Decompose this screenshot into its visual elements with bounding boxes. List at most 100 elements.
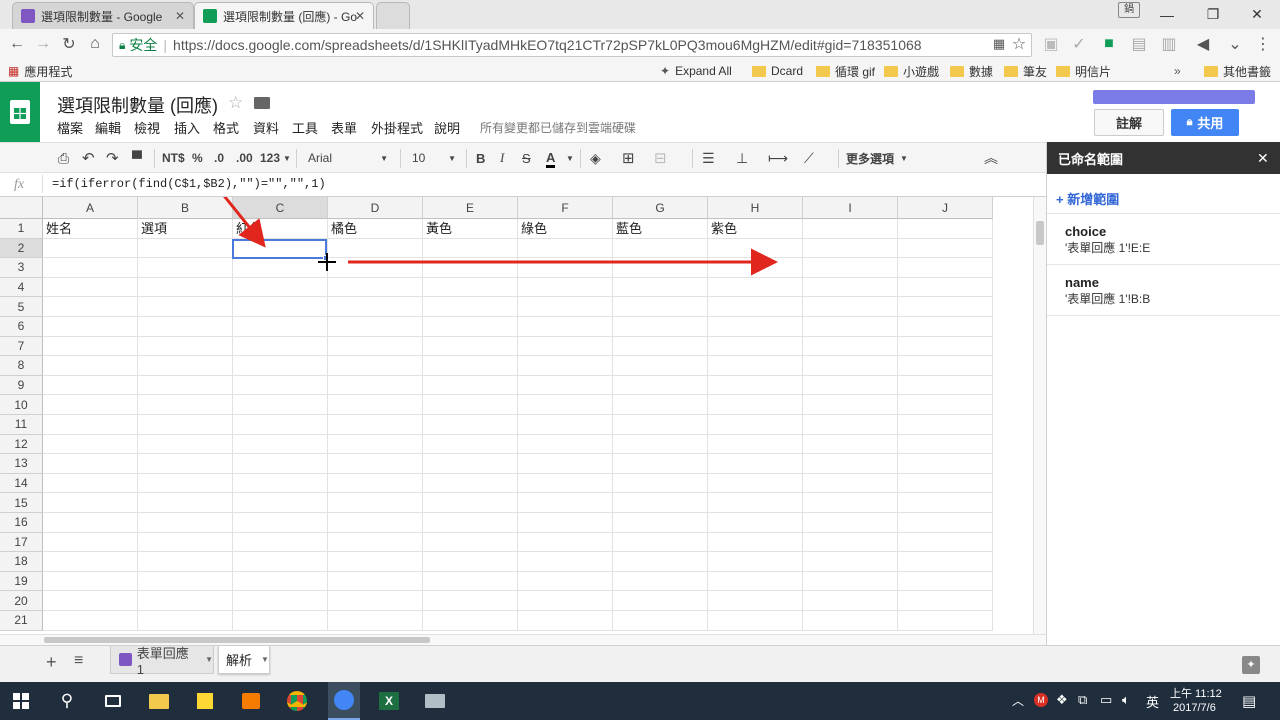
sheet-tab-analysis[interactable]: 解析 ▼ [218,646,270,674]
minimize-icon[interactable]: — [1144,0,1190,29]
borders-icon[interactable]: ⊞ [622,149,635,167]
add-sheet-icon[interactable]: + [46,652,57,673]
menu-edit[interactable]: 編輯 [95,118,121,137]
sheets-logo-icon[interactable] [0,82,40,142]
menu-insert[interactable]: 插入 [174,118,200,137]
app-icon[interactable] [422,688,448,714]
file-explorer-icon[interactable] [146,688,172,714]
document-title[interactable]: 選項限制數量 (回應) [57,92,218,118]
dropbox-icon[interactable]: ❖ [1056,692,1068,708]
add-range-link[interactable]: + 新增範圍 [1056,189,1119,208]
battery-icon[interactable]: ▭ [1100,692,1112,708]
fill-color-icon[interactable]: ◈ [590,149,601,167]
star-icon[interactable]: ☆ [228,93,243,113]
bookmark-folder[interactable]: 小遊戲 [884,63,939,79]
bookmark-folder[interactable]: 其他書籤 [1204,63,1271,79]
redo-icon[interactable]: ↷ [106,149,119,167]
menu-help[interactable]: 說明 [434,118,460,137]
merge-cells-icon[interactable]: ⊟ [654,149,667,167]
currency-button[interactable]: NT$ [162,149,185,167]
bookmark-expand-all[interactable]: ✦ Expand All [660,63,732,79]
increase-decimal-button[interactable]: .00 [236,149,253,167]
menu-tools[interactable]: 工具 [292,118,318,137]
media-player-icon[interactable] [238,688,264,714]
close-tab-icon[interactable]: ✕ [355,9,365,23]
scroll-thumb[interactable] [44,637,430,643]
menu-file[interactable]: 檔案 [57,118,83,137]
menu-view[interactable]: 檢視 [134,118,160,137]
folder-icon[interactable] [254,97,270,109]
reload-icon[interactable]: ↻ [58,33,80,55]
text-rotate-icon[interactable]: ⟋ [804,149,814,167]
task-view-icon[interactable] [100,688,126,714]
bookmark-apps[interactable]: ▦ 應用程式 [8,63,72,79]
extension-icon[interactable]: ▥ [1158,33,1180,55]
speaker-icon[interactable]: ◀ [1192,33,1214,55]
decrease-decimal-button[interactable]: .0 [214,149,224,167]
bold-button[interactable]: B [476,149,485,167]
vertical-align-icon[interactable]: ⊥ [736,149,748,167]
clock-date[interactable]: 2017/7/6 [1173,702,1216,714]
restore-icon[interactable]: ❐ [1190,0,1236,29]
extension-icon[interactable]: ▣ [1040,33,1062,55]
extension-icon[interactable]: ▤ [1128,33,1150,55]
ime-indicator[interactable]: 英 [1146,692,1159,711]
menu-icon[interactable]: ⋮ [1252,33,1274,55]
clock-time[interactable]: 上午 11:12 [1170,685,1222,701]
more-options-button[interactable]: 更多選項 ▼ [846,149,908,167]
percent-button[interactable]: % [192,149,203,167]
chevron-up-icon[interactable]: ︿ [1012,692,1024,709]
bookmark-folder[interactable]: 循環 gif [816,63,875,79]
qr-icon[interactable]: ▦ [988,33,1010,55]
sheet-tab-responses[interactable]: 表單回應 1 ▼ [110,646,214,677]
bookmark-folder[interactable]: 筆友 [1004,63,1047,79]
chrome-icon[interactable] [284,688,310,714]
extension-icon[interactable]: ■ [1098,33,1120,55]
check-icon[interactable]: ✓ [1068,33,1090,55]
chrome-active-icon[interactable] [328,682,360,720]
close-window-icon[interactable]: ✕ [1234,0,1280,29]
paint-format-icon[interactable]: ▀ [132,149,142,167]
menu-data[interactable]: 資料 [253,118,279,137]
excel-icon[interactable]: X [376,688,402,714]
number-format-button[interactable]: 123 ▼ [260,149,291,167]
gmail-tray-icon[interactable]: M [1034,693,1048,707]
named-range-item[interactable]: name '表單回應 1'!B:B [1047,265,1280,315]
bookmark-folder[interactable]: Dcard [752,63,803,79]
windows-start-icon[interactable] [8,688,34,714]
spreadsheet-grid[interactable]: ABCDEFGHIJ 1 2 3 4 5 6 7 8 9 10 11 12 13 14 15 16 17 18 19… [0,197,1046,634]
search-icon[interactable]: ⚲ [54,688,80,714]
share-button[interactable]: 🔒︎ 共用 [1171,109,1239,136]
bookmarks-overflow[interactable]: » [1174,63,1181,79]
undo-icon[interactable]: ↶ [82,149,95,167]
print-icon[interactable]: ⎙ [58,149,69,167]
comments-button[interactable]: 註解 [1094,109,1164,136]
new-tab-button[interactable] [376,2,410,29]
browser-tab-1[interactable]: 選項限制數量 - Google ✕ [12,2,194,29]
named-range-item[interactable]: choice '表單回應 1'!E:E [1047,214,1280,264]
network-icon[interactable]: ⧉ [1078,692,1087,708]
all-sheets-icon[interactable]: ≡ [74,652,83,670]
formula-input[interactable]: =if(iferror(find(C$1,$B2),"")="","",1) [52,177,326,191]
align-left-icon[interactable]: ☰ [702,149,715,167]
bookmark-folder[interactable]: 明信片 [1056,63,1111,79]
close-tab-icon[interactable]: ✕ [175,9,185,23]
volume-icon[interactable]: 🔈︎ [1122,692,1130,708]
address-bar[interactable]: 🔒︎ 安全 | https://docs.google.com/spreadsh… [112,33,1032,57]
chevron-down-icon[interactable]: ▼ [566,149,574,167]
close-icon[interactable]: ✕ [1257,150,1269,167]
notifications-icon[interactable]: ▤ [1242,692,1256,710]
browser-tab-2[interactable]: 選項限制數量 (回應) - Go ✕ [194,2,374,29]
home-icon[interactable]: ⌂ [84,33,106,55]
italic-button[interactable]: I [500,149,504,167]
bookmark-star-icon[interactable]: ☆ [1008,33,1030,55]
menu-format[interactable]: 格式 [213,118,239,137]
strikethrough-button[interactable]: S [522,149,531,167]
profile-icon[interactable]: 鍋 [1118,2,1140,18]
back-icon[interactable]: ← [6,33,28,55]
font-select[interactable]: Arial ▼ [308,149,388,167]
font-size-select[interactable]: 10 ▼ [412,149,456,167]
chevron-down-icon[interactable]: ⌄ [1224,33,1246,55]
sticky-notes-icon[interactable] [192,688,218,714]
explore-icon[interactable]: ✦ [1242,656,1260,674]
